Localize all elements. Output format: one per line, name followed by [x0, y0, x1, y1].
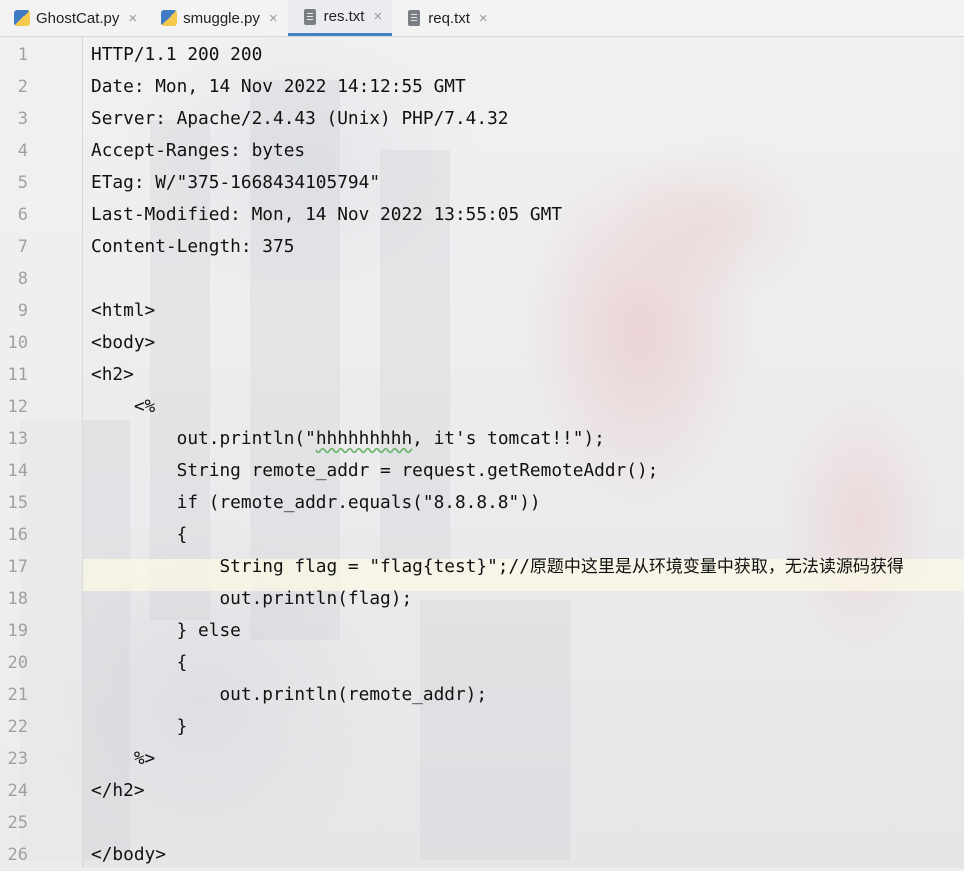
line-number: 3 [17, 109, 28, 129]
code-line: Last-Modified: Mon, 14 Nov 2022 13:55:05… [91, 204, 563, 225]
code-line: %> [91, 748, 156, 769]
code-line: Date: Mon, 14 Nov 2022 14:12:55 GMT [91, 76, 466, 97]
line-number: 19 [7, 621, 28, 641]
line-number: 22 [7, 717, 28, 737]
line-number: 10 [7, 333, 28, 353]
code-line: } else [91, 620, 241, 641]
line-number: 5 [17, 173, 28, 193]
code-line: Accept-Ranges: bytes [91, 140, 306, 161]
line-number: 24 [7, 781, 28, 801]
line-number: 16 [7, 525, 28, 545]
line-number: 11 [7, 365, 28, 385]
code-line: <body> [91, 332, 156, 353]
python-file-icon [14, 10, 30, 26]
editor-tab-bar: GhostCat.py × smuggle.py × res.txt × req… [0, 0, 964, 37]
code-line: String remote_addr = request.getRemoteAd… [91, 460, 659, 481]
code-line: { [91, 652, 188, 673]
typo-underlined-word: hhhhhhhhh [315, 428, 413, 449]
line-number: 2 [17, 77, 28, 97]
code-segment: out.println(" [91, 428, 316, 449]
code-line: </body> [91, 844, 166, 865]
line-number: 17 [7, 557, 28, 577]
line-number: 1 [17, 45, 28, 65]
code-line: } [91, 716, 188, 737]
code-line: { [91, 524, 188, 545]
code-line: String flag = "flag{test}";//原题中这里是从环境变量… [91, 551, 904, 583]
close-icon[interactable]: × [373, 8, 382, 25]
code-line: if (remote_addr.equals("8.8.8.8")) [91, 492, 541, 513]
line-number: 9 [17, 301, 28, 321]
code-line: Content-Length: 375 [91, 236, 295, 257]
line-number: 23 [7, 749, 28, 769]
tab-label: res.txt [323, 8, 365, 25]
code-segment: String flag = "flag{test}";// [91, 556, 530, 577]
line-number: 12 [7, 397, 28, 417]
text-file-icon [408, 10, 421, 26]
code-line: HTTP/1.1 200 200 [91, 44, 263, 65]
editor-text-area[interactable]: HTTP/1.1 200 200 Date: Mon, 14 Nov 2022 … [83, 37, 964, 868]
code-line: <h2> [91, 364, 134, 385]
line-number: 20 [7, 653, 28, 673]
line-number-gutter[interactable]: 1 2 3 4 5 6 7 8 9 10 11 12 13 14 15 16 1… [0, 37, 83, 868]
code-line: out.println(remote_addr); [91, 684, 488, 705]
tab-ghostcat-py[interactable]: GhostCat.py × [0, 0, 147, 36]
line-number: 14 [7, 461, 28, 481]
python-file-icon [161, 10, 178, 26]
line-number: 15 [7, 493, 28, 513]
line-number: 7 [17, 237, 28, 257]
code-line: <html> [91, 300, 156, 321]
line-number: 4 [17, 141, 28, 161]
close-icon[interactable]: × [269, 10, 278, 27]
line-number: 6 [17, 205, 28, 225]
tab-label: req.txt [428, 9, 470, 27]
tab-res-txt[interactable]: res.txt × [287, 0, 393, 36]
code-line: out.println(flag); [91, 588, 413, 609]
tab-smuggle-py[interactable]: smuggle.py × [147, 0, 287, 36]
code-line: </h2> [91, 780, 145, 801]
code-line: ETag: W/"375-1668434105794" [91, 172, 381, 193]
tab-req-txt[interactable]: req.txt × [392, 0, 497, 36]
code-line: out.println("hhhhhhhhh, it's tomcat!!"); [91, 423, 605, 455]
tab-label: smuggle.py [183, 9, 260, 27]
code-line: <% [91, 396, 156, 417]
close-icon[interactable]: × [128, 10, 137, 27]
line-number: 21 [7, 685, 28, 705]
text-file-icon [303, 8, 316, 25]
line-number: 13 [7, 429, 28, 449]
line-number: 8 [17, 269, 28, 289]
line-number: 26 [7, 845, 28, 865]
chinese-comment: 原题中这里是从环境变量中获取，无法读源码获得 [529, 557, 904, 577]
tab-label: GhostCat.py [36, 9, 120, 27]
code-line: Server: Apache/2.4.43 (Unix) PHP/7.4.32 [91, 108, 509, 129]
code-segment: , it's tomcat!!"); [412, 428, 605, 449]
close-icon[interactable]: × [479, 10, 488, 27]
line-number: 25 [7, 813, 28, 833]
line-number: 18 [7, 589, 28, 609]
